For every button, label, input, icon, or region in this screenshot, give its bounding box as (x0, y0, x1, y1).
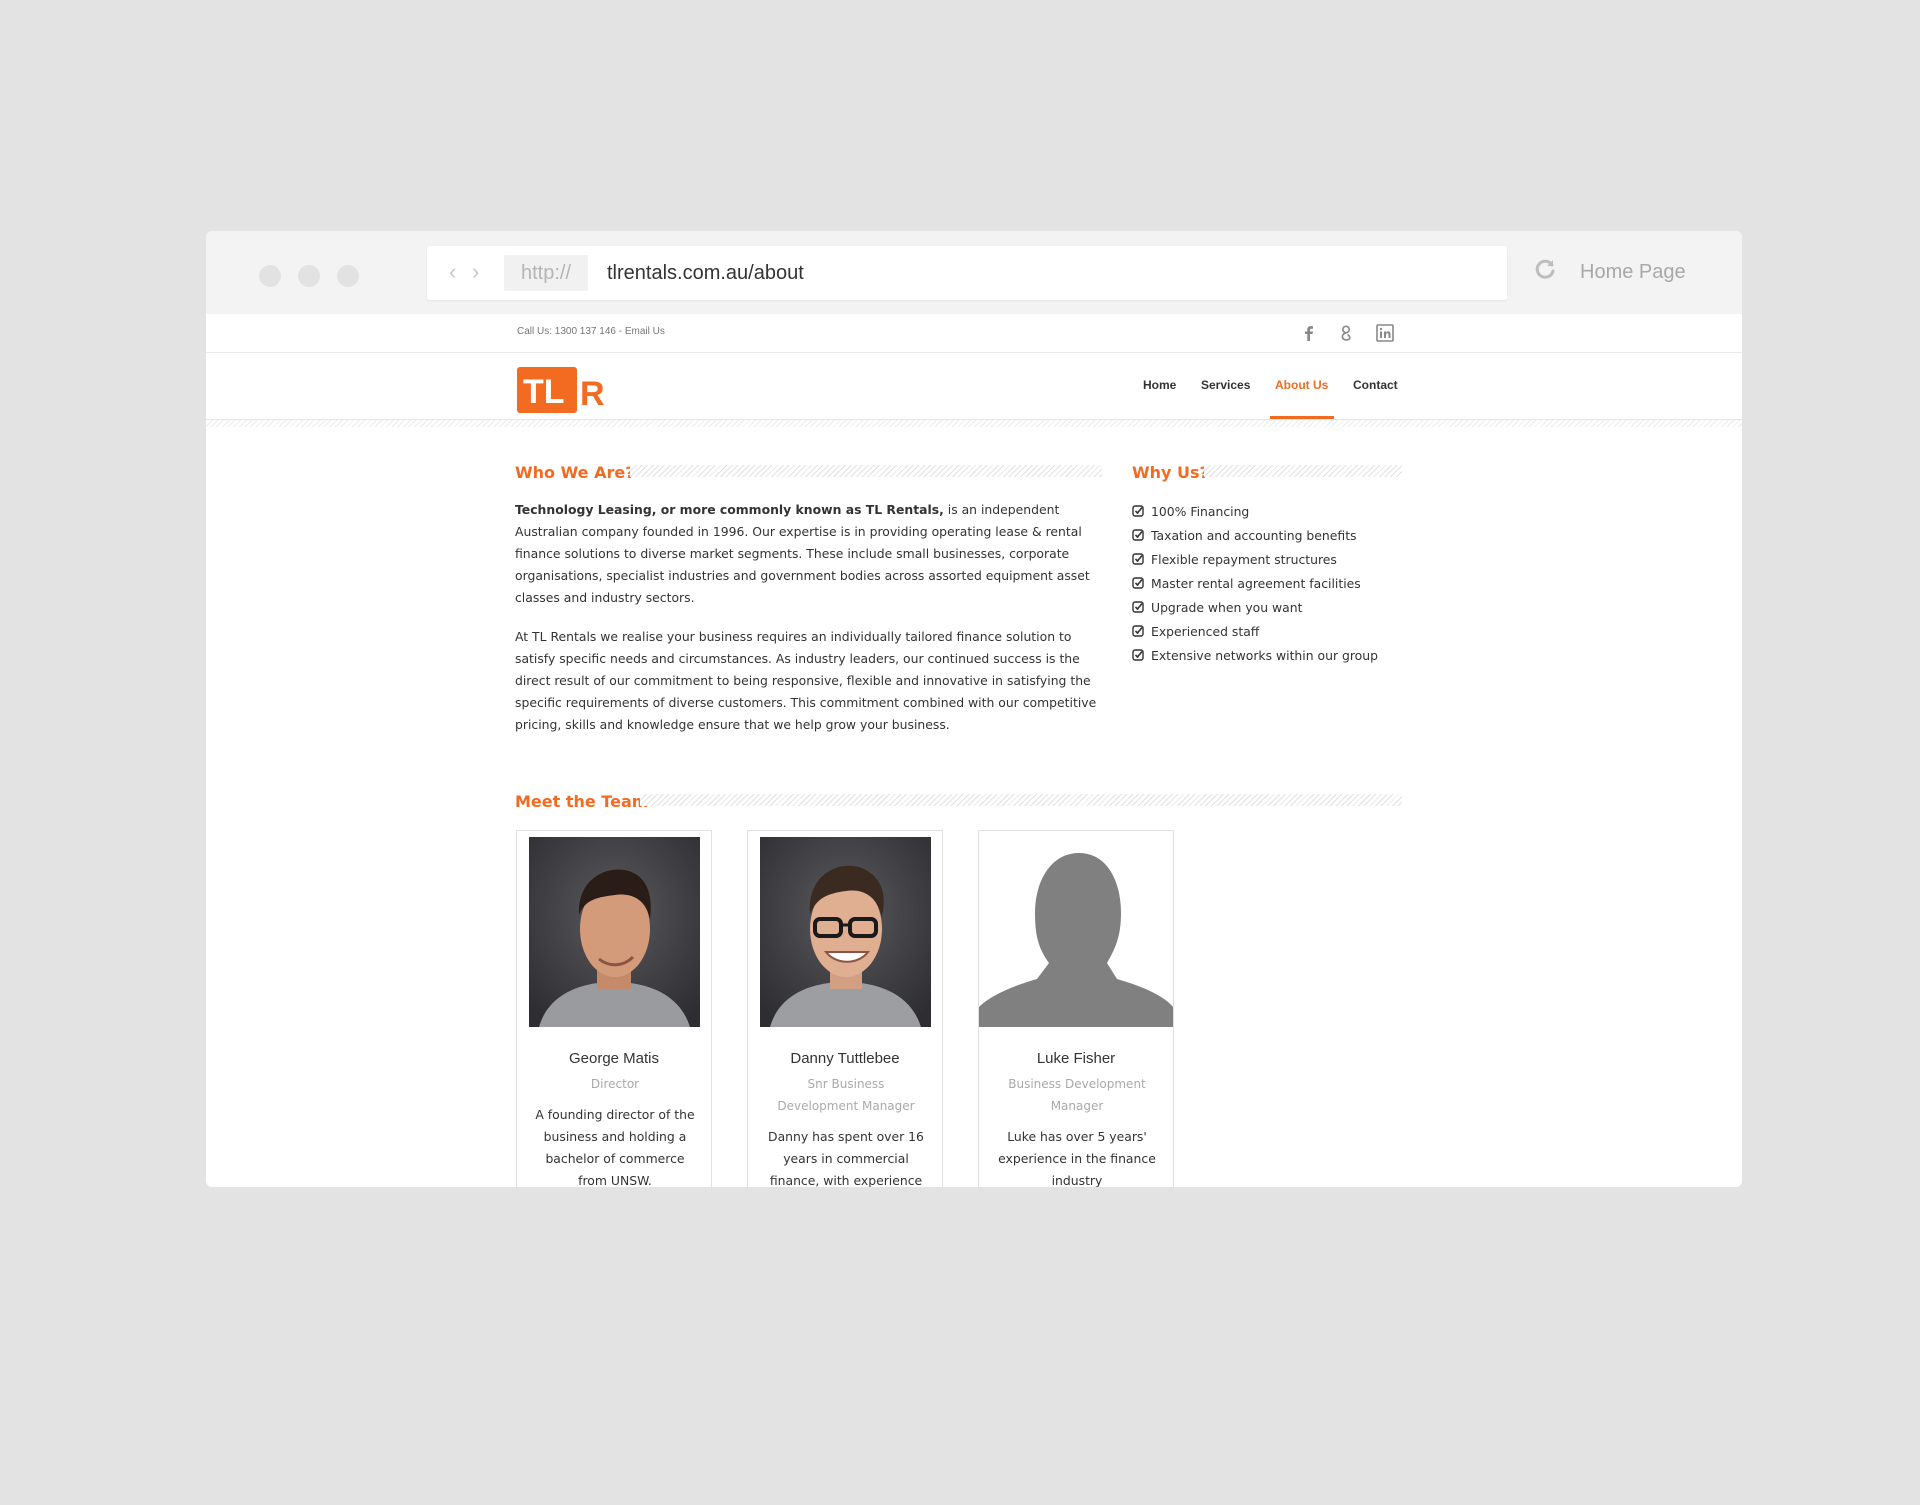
facebook-icon[interactable] (1299, 323, 1319, 343)
nav-about-us[interactable]: About Us (1275, 378, 1328, 392)
svg-text:R: R (580, 375, 605, 413)
site-topbar: Call Us: 1300 137 146 - Email Us (206, 314, 1742, 353)
refresh-icon[interactable] (1532, 257, 1558, 283)
team-member-bio: Luke has over 5 years' experience in the… (998, 1129, 1156, 1187)
browser-window: ‹ › http:// tlrentals.com.au/about Home … (206, 231, 1742, 1187)
team-member-name: Danny Tuttlebee (790, 1050, 900, 1067)
address-bar[interactable]: ‹ › http:// tlrentals.com.au/about (427, 246, 1507, 300)
list-item: Experienced staff (1132, 619, 1378, 643)
forward-arrow-icon[interactable]: › (472, 258, 479, 286)
why-us-list: 100% Financing Taxation and accounting b… (1132, 499, 1378, 667)
team-card[interactable]: George Matis Director A founding directo… (516, 830, 712, 1187)
list-item: 100% Financing (1132, 499, 1378, 523)
url-text[interactable]: tlrentals.com.au/about (607, 255, 804, 291)
browser-toolbar: ‹ › http:// tlrentals.com.au/about Home … (206, 231, 1742, 314)
company-name-bold: Technology Leasing, or more commonly kno… (515, 502, 944, 517)
nav-active-indicator (1270, 416, 1334, 419)
team-card[interactable]: Danny Tuttlebee Snr Business Development… (747, 830, 943, 1187)
site-header: TL R Home Services About Us Contact (206, 353, 1742, 420)
nav-contact[interactable]: Contact (1353, 378, 1398, 392)
checkbox-check-icon (1132, 505, 1144, 517)
home-page-link[interactable]: Home Page (1580, 258, 1686, 286)
window-maximize-dot[interactable] (337, 265, 359, 287)
window-close-dot[interactable] (259, 265, 281, 287)
team-member-role: Snr Business Development Manager (777, 1077, 915, 1113)
list-item: Upgrade when you want (1132, 595, 1378, 619)
team-card[interactable]: Luke Fisher Business Development Manager… (978, 830, 1174, 1187)
heading-stripe (630, 465, 1102, 477)
list-item-label: Taxation and accounting benefits (1151, 527, 1357, 543)
header-divider (206, 420, 1742, 427)
list-item: Master rental agreement facilities (1132, 571, 1378, 595)
why-us-heading: Why Us? (1132, 463, 1209, 482)
team-member-role: Business Development Manager (1008, 1077, 1146, 1113)
team-member-name: Luke Fisher (1036, 1050, 1116, 1067)
heading-stripe (1204, 465, 1402, 477)
list-item-label: Master rental agreement facilities (1151, 575, 1361, 591)
who-we-are-text: is an independent Australian company fou… (515, 502, 1090, 605)
tlr-logo[interactable]: TL R (517, 367, 612, 413)
team-member-bio: A founding director of the business and … (535, 1107, 695, 1187)
checkbox-check-icon (1132, 601, 1144, 613)
who-we-are-paragraph-2: At TL Rentals we realise your business r… (515, 629, 1097, 732)
url-protocol: http:// (504, 255, 588, 291)
window-minimize-dot[interactable] (298, 265, 320, 287)
team-member-bio: Danny has spent over 16 years in commerc… (768, 1129, 924, 1187)
checkbox-check-icon (1132, 529, 1144, 541)
team-member-photo (529, 837, 700, 1027)
google-plus-icon[interactable] (1337, 323, 1357, 343)
svg-text:TL: TL (523, 373, 565, 411)
team-member-role: Director (590, 1077, 640, 1091)
list-item: Taxation and accounting benefits (1132, 523, 1378, 547)
contact-line[interactable]: Call Us: 1300 137 146 - Email Us (517, 326, 665, 337)
placeholder-avatar-icon (979, 837, 1173, 1027)
meet-the-team-heading: Meet the Team (515, 792, 649, 811)
who-we-are-heading: Who We Are? (515, 463, 635, 482)
checkbox-check-icon (1132, 625, 1144, 637)
team-member-name: George Matis (568, 1050, 660, 1067)
list-item-label: Flexible repayment structures (1151, 551, 1337, 567)
nav-home[interactable]: Home (1143, 378, 1176, 392)
checkbox-check-icon (1132, 577, 1144, 589)
linkedin-icon[interactable] (1375, 323, 1395, 343)
team-member-photo (760, 837, 931, 1027)
list-item-label: Upgrade when you want (1151, 599, 1303, 615)
list-item: Extensive networks within our group (1132, 643, 1378, 667)
list-item: Flexible repayment structures (1132, 547, 1378, 571)
checkbox-check-icon (1132, 553, 1144, 565)
heading-stripe (640, 794, 1402, 806)
list-item-label: Experienced staff (1151, 623, 1260, 639)
nav-services[interactable]: Services (1201, 378, 1250, 392)
back-arrow-icon[interactable]: ‹ (449, 258, 456, 286)
list-item-label: Extensive networks within our group (1151, 647, 1378, 663)
list-item-label: 100% Financing (1151, 503, 1250, 519)
who-we-are-paragraph-1: Technology Leasing, or more commonly kno… (515, 499, 1100, 609)
checkbox-check-icon (1132, 649, 1144, 661)
